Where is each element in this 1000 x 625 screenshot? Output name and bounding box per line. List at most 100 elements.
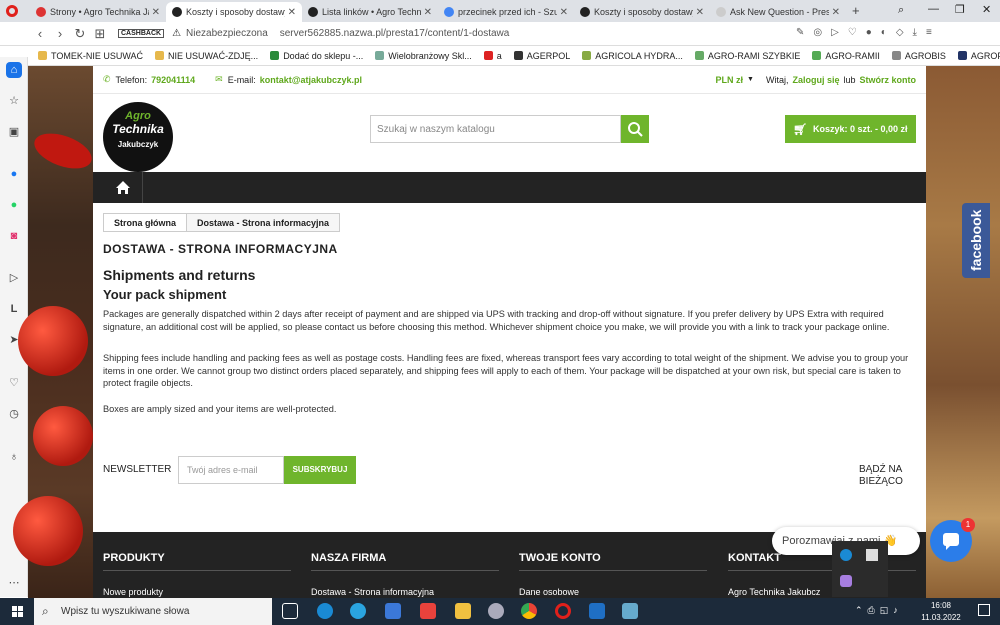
footer-link[interactable]: Dostawa - Strona informacyjna [311, 587, 499, 597]
reload-icon[interactable]: ↻ [70, 26, 90, 42]
tray-popup [832, 541, 888, 597]
logo-line-2: Technika [112, 122, 164, 136]
bookmark-1[interactable]: TOMEK-NIE USUWAĆ [38, 51, 143, 61]
notes-icon[interactable] [622, 603, 638, 619]
anydesk-icon[interactable] [420, 603, 436, 619]
login-link[interactable]: Zaloguj się [792, 75, 839, 85]
phone-number[interactable]: 792041114 [151, 75, 195, 85]
windows-start-icon[interactable] [2, 598, 32, 625]
footer-heading: TWOJE KONTO [519, 552, 707, 571]
store-logo[interactable]: Agro Technika Jakubczyk [103, 102, 173, 172]
footer-link[interactable]: Nowe produkty [103, 587, 291, 597]
browser-tab-6[interactable]: Ask New Question - Presta ✕ [710, 2, 846, 22]
file-explorer-icon[interactable] [455, 603, 471, 619]
page-title: DOSTAWA - STRONA INFORMACYJNA [103, 242, 338, 256]
taskbar-clock[interactable]: 16:08 11.03.2022 [918, 600, 964, 624]
store-icon[interactable] [385, 603, 401, 619]
welcome-text: Witaj, [765, 74, 789, 85]
new-tab-button[interactable]: + [852, 3, 860, 18]
more-icon[interactable]: ⋯ [6, 575, 22, 591]
system-tray-icons[interactable]: ⌃⎙◱♪ [855, 605, 903, 616]
subscribe-button[interactable]: SUBSKRYBUJ [284, 456, 356, 484]
logo-line-3: Jakubczyk [117, 140, 159, 149]
bookmark-5[interactable]: a [483, 51, 502, 61]
bookmark-4[interactable]: Wielobranżowy Skl... [375, 51, 472, 61]
network-icon[interactable] [488, 603, 504, 619]
opera-logo-icon[interactable] [6, 5, 18, 17]
opera-icon[interactable] [555, 603, 571, 619]
email-icon: ✉ [215, 74, 223, 84]
store-page: ✆ Telefon: 792041114 ✉ E-mail: kontakt@a… [93, 66, 926, 598]
register-link[interactable]: Stwórz konto [860, 75, 917, 85]
edge-tray-icon[interactable] [840, 549, 852, 561]
url-text[interactable]: server562885.nazwa.pl/presta17/content/1… [280, 28, 510, 39]
url-box[interactable]: CASHBACK ⚠ Niezabezpieczona server562885… [114, 28, 509, 39]
browser-tab-4[interactable]: przecinek przed ich - Szuk ✕ [438, 2, 574, 22]
facebook-side-tab[interactable]: facebook [962, 203, 990, 278]
back-icon[interactable]: ‹ [30, 26, 50, 41]
edge-beta-icon[interactable] [350, 603, 366, 619]
player-icon[interactable]: ▷ [6, 270, 22, 286]
heart-icon[interactable]: ♡ [6, 375, 22, 391]
browser-tab-3[interactable]: Lista linków • Agro Technik ✕ [302, 2, 438, 22]
history-icon[interactable]: ◷ [6, 406, 22, 422]
messenger-icon[interactable]: ● [6, 166, 22, 182]
cart-label: Koszyk: 0 szt. - 0,00 zł [812, 124, 908, 134]
bookmark-9[interactable]: AGRO-RAMII [812, 51, 880, 61]
cashback-badge[interactable]: CASHBACK [118, 29, 165, 38]
bulb-icon[interactable]: ♁ [6, 449, 22, 465]
pinboard-icon[interactable]: ☆ [6, 93, 22, 109]
heading-shipments: Shipments and returns [103, 267, 256, 283]
newsletter-email-input[interactable]: Twój adres e-mail [178, 456, 284, 484]
logo-line-1: Agro [125, 110, 151, 122]
security-status: Niezabezpieczona [186, 28, 268, 39]
breadcrumb: Strona główna Dostawa - Strona informacy… [103, 213, 341, 232]
wallet-icon[interactable]: ▣ [6, 124, 22, 140]
bookmark-8[interactable]: AGRO-RAMI SZYBKIE [694, 51, 800, 61]
browser-tab-5[interactable]: Koszty i sposoby dostawy ✕ [574, 2, 710, 22]
bookmark-10[interactable]: AGROBIS [891, 51, 946, 61]
footer-heading: NASZA FIRMA [311, 552, 499, 571]
bookmark-6[interactable]: AGERPOL [513, 51, 570, 61]
bookmark-11[interactable]: AGROPLUS [957, 51, 1000, 61]
bookmark-3[interactable]: Dodać do sklepu -... [270, 51, 363, 61]
breadcrumb-current[interactable]: Dostawa - Strona informacyjna [186, 214, 340, 231]
l-icon[interactable]: L [6, 301, 22, 317]
tabs-grid-icon[interactable]: ⊞ [90, 26, 110, 42]
shield-tray-icon[interactable] [866, 549, 878, 561]
taskbar-search[interactable]: ⌕ Wpisz tu wyszukiwane słowa [34, 598, 272, 625]
bookmark-7[interactable]: AGRICOLA HYDRA... [582, 51, 683, 61]
minimize-button[interactable]: — [928, 3, 939, 15]
email-link[interactable]: kontakt@atjakubczyk.pl [260, 75, 362, 85]
outlook-icon[interactable] [589, 603, 605, 619]
chat-badge: 1 [961, 518, 975, 532]
chrome-icon[interactable] [521, 603, 537, 619]
footer-col-account: TWOJE KONTO Dane osobowe [519, 552, 707, 597]
close-window-button[interactable]: ✕ [982, 3, 991, 16]
task-view-icon[interactable] [282, 603, 298, 619]
chevron-down-icon[interactable]: ▼ [747, 76, 754, 83]
notifications-icon[interactable] [978, 604, 990, 616]
currency-selector[interactable]: PLN zł [716, 75, 744, 85]
search-button[interactable] [621, 115, 649, 143]
whatsapp-icon[interactable]: ● [6, 197, 22, 213]
search-tabs-icon[interactable]: ⌕ [898, 4, 904, 17]
maximize-button[interactable]: ❐ [955, 3, 965, 16]
bookmark-2[interactable]: NIE USUWAĆ-ZDJĘ... [155, 51, 258, 61]
warning-icon: ⚠ [172, 28, 182, 39]
forward-icon[interactable]: › [50, 26, 70, 41]
home-icon[interactable]: ⌂ [6, 62, 22, 78]
toolbar-icons: ✎◎▷♡●◐◇⤓≡ [796, 27, 941, 38]
browser-tab-1[interactable]: Strony • Agro Technika Jak ✕ [30, 2, 166, 22]
feather-tray-icon[interactable] [840, 575, 852, 587]
address-bar: ‹ › ↻ ⊞ CASHBACK ⚠ Niezabezpieczona serv… [0, 22, 1000, 46]
home-button[interactable] [103, 172, 143, 203]
cart-button[interactable]: 🛒︎ Koszyk: 0 szt. - 0,00 zł [785, 115, 916, 143]
footer-link[interactable]: Dane osobowe [519, 587, 707, 597]
instagram-icon[interactable]: ◙ [6, 228, 22, 244]
breadcrumb-home[interactable]: Strona główna [104, 214, 186, 231]
browser-tab-2[interactable]: Koszty i sposoby dostawy ✕ [166, 2, 302, 22]
home-icon [116, 181, 130, 194]
search-input[interactable]: Szukaj w naszym katalogu [370, 115, 621, 143]
edge-icon[interactable] [317, 603, 333, 619]
